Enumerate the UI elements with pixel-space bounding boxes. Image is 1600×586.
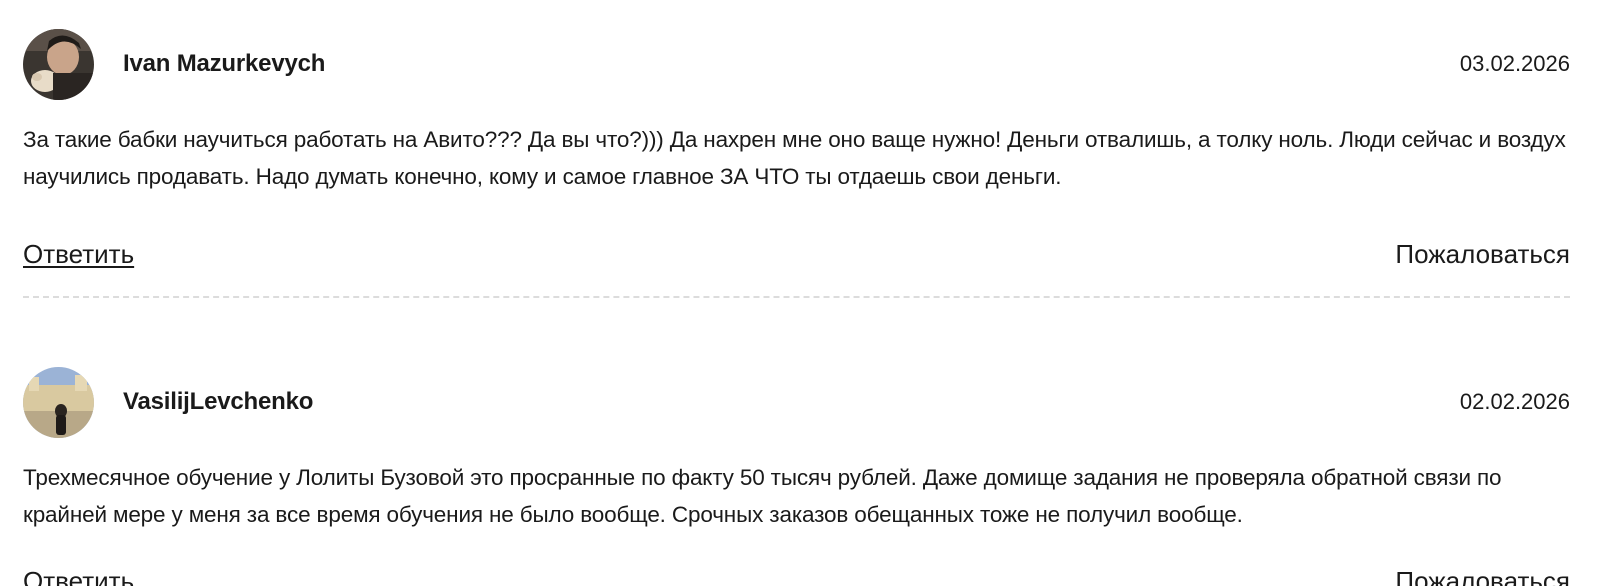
reply-link[interactable]: Ответить xyxy=(23,566,134,586)
avatar-photo xyxy=(23,367,94,438)
avatar[interactable] xyxy=(23,367,94,438)
avatar[interactable] xyxy=(23,29,94,100)
author-name[interactable]: Ivan Mazurkevych xyxy=(123,50,325,78)
review-date: 03.02.2026 xyxy=(1459,51,1570,76)
reply-link[interactable]: Ответить xyxy=(23,239,134,270)
review-actions: Ответить Пожаловаться xyxy=(23,239,1570,273)
report-link[interactable]: Пожаловаться xyxy=(1395,566,1570,586)
review-header: VasilijLevchenko 02.02.2026 xyxy=(23,367,1570,438)
review-text: За такие бабки научиться работать на Ави… xyxy=(23,127,1566,189)
review-header: Ivan Mazurkevych 03.02.2026 xyxy=(23,29,1570,100)
review-text: Трехмесячное обучение у Лолиты Бузовой э… xyxy=(23,465,1502,527)
divider xyxy=(23,296,1570,298)
review-date: 02.02.2026 xyxy=(1459,389,1570,414)
avatar-photo xyxy=(23,29,94,100)
review-item: VasilijLevchenko 02.02.2026 Трехмесячное… xyxy=(23,367,1570,533)
review-actions: Ответить Пожаловаться xyxy=(23,566,1570,586)
report-link[interactable]: Пожаловаться xyxy=(1395,239,1570,270)
author-name[interactable]: VasilijLevchenko xyxy=(123,388,313,416)
reviews-feed: Ivan Mazurkevych 03.02.2026 За такие баб… xyxy=(0,0,1600,586)
review-item: Ivan Mazurkevych 03.02.2026 За такие баб… xyxy=(23,29,1570,273)
